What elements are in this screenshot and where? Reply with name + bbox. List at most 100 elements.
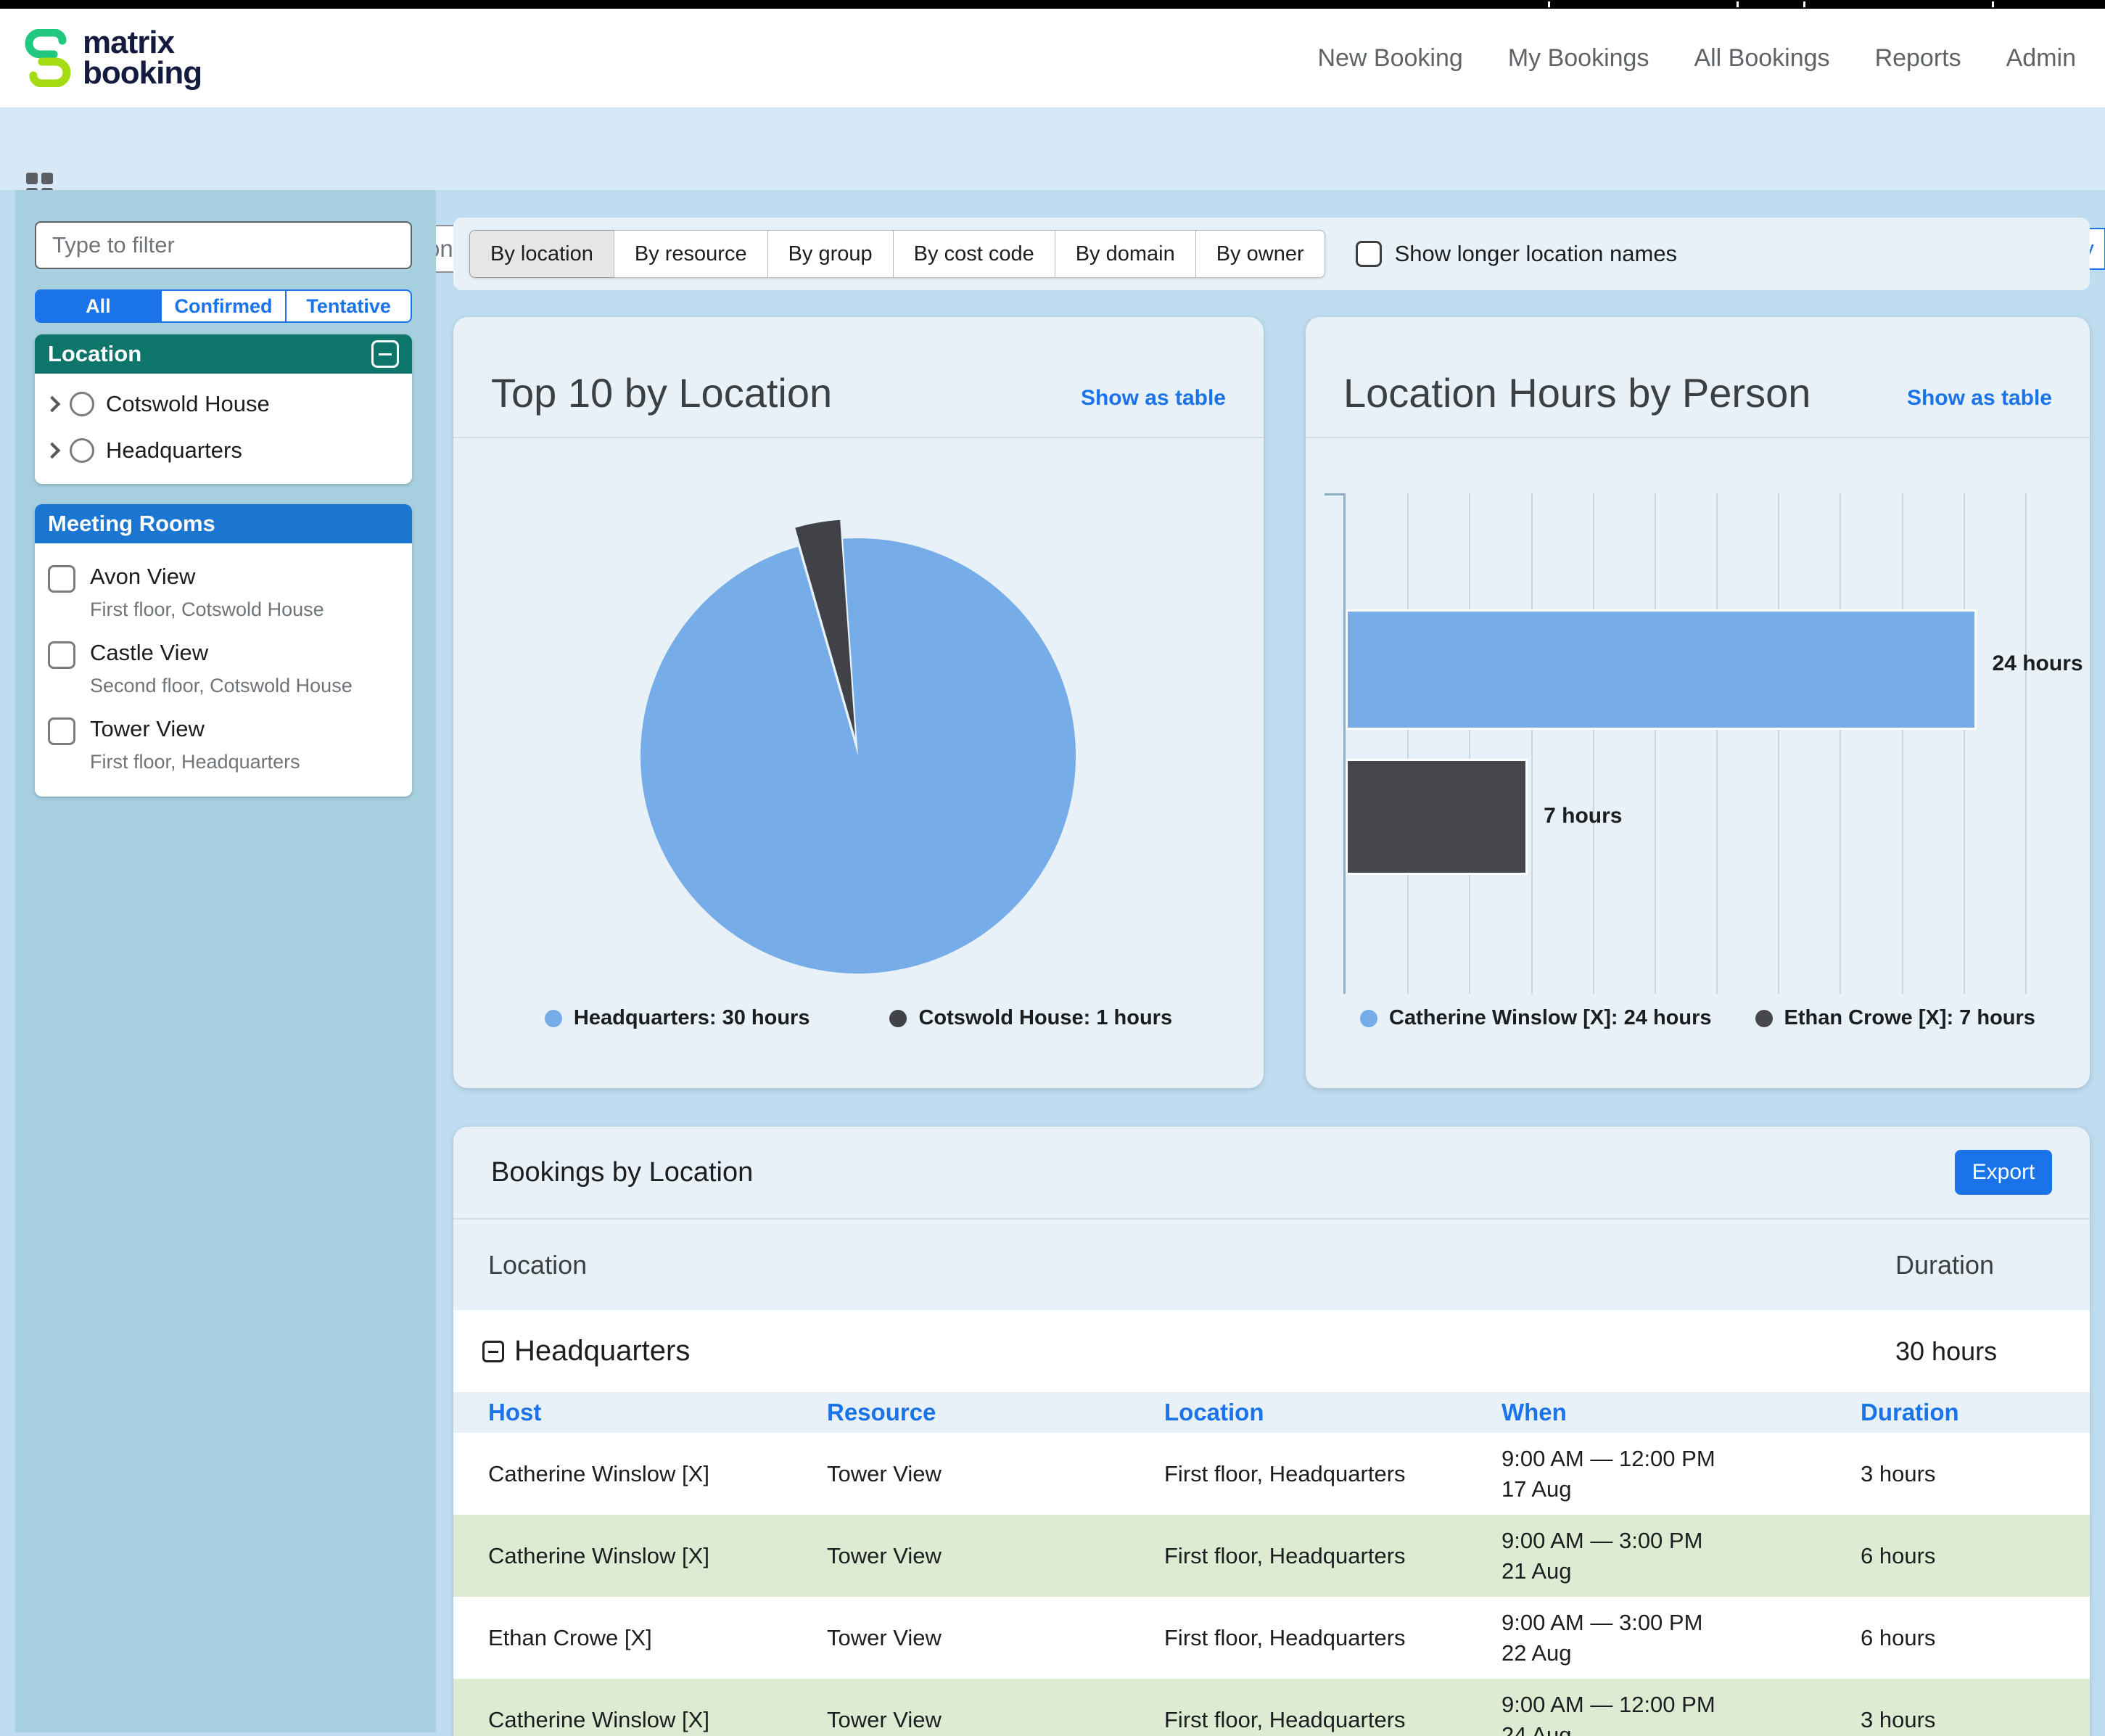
- longer-names-label: Show longer location names: [1395, 241, 1677, 267]
- browser-chrome-strip: [0, 0, 2105, 9]
- collapse-group-icon[interactable]: [482, 1341, 504, 1362]
- room-name[interactable]: Castle View: [90, 640, 353, 666]
- booking-row: Catherine Winslow [X] Tower View First f…: [453, 1679, 2090, 1736]
- status-tab-tentative[interactable]: Tentative: [285, 291, 411, 321]
- tab-by-group[interactable]: By group: [767, 230, 894, 278]
- status-tab-all[interactable]: All: [36, 291, 160, 321]
- logo-text: matrix booking: [83, 28, 202, 89]
- group-name: Headquarters: [514, 1335, 690, 1367]
- booking-row: Catherine Winslow [X] Tower View First f…: [453, 1433, 2090, 1515]
- rooms-panel-header: Meeting Rooms: [35, 504, 412, 543]
- location-radio[interactable]: [70, 438, 94, 463]
- tab-by-owner[interactable]: By owner: [1195, 230, 1325, 278]
- bar-card-title: Location Hours by Person: [1343, 369, 1811, 416]
- bookings-outer-header: Location Duration: [453, 1219, 2090, 1310]
- matrix-logo-icon: [25, 29, 71, 87]
- room-list-item: Tower View First floor, Headquarters: [35, 704, 412, 781]
- location-hours-card: Location Hours by Person Show as table 2…: [1306, 317, 2090, 1088]
- bar-show-as-table-link[interactable]: Show as table: [1907, 386, 2052, 416]
- bar-value-label: 7 hours: [1544, 804, 1622, 828]
- main-nav: New Booking My Bookings All Bookings Rep…: [1317, 44, 2076, 73]
- legend-dot: [1360, 1010, 1377, 1027]
- location-panel-title: Location: [48, 341, 141, 367]
- legend-item: Catherine Winslow [X]: 24 hours: [1360, 1006, 1711, 1030]
- expand-chevron-icon[interactable]: [44, 396, 61, 413]
- room-list-item: Castle View Second floor, Cotswold House: [35, 628, 412, 704]
- status-tabs: All Confirmed Tentative: [35, 289, 412, 323]
- tab-by-domain[interactable]: By domain: [1055, 230, 1196, 278]
- room-checkbox[interactable]: [48, 641, 75, 669]
- outer-duration-header: Duration: [1895, 1250, 1994, 1280]
- bookings-header: Bookings by Location Export: [453, 1127, 2090, 1219]
- group-duration: 30 hours: [1895, 1336, 1997, 1367]
- tab-by-resource[interactable]: By resource: [614, 230, 768, 278]
- meeting-rooms-panel: Meeting Rooms Avon View First floor, Cot…: [35, 504, 412, 797]
- room-location: Second floor, Cotswold House: [90, 675, 353, 697]
- top10-location-card: Top 10 by Location Show as table Headqua…: [453, 317, 1264, 1088]
- booking-row: Catherine Winslow [X] Tower View First f…: [453, 1515, 2090, 1597]
- hours-bar-chart: 24 hours 7 hours: [1343, 493, 2025, 994]
- pie-legend: Headquarters: 30 hours Cotswold House: 1…: [453, 1006, 1264, 1030]
- location-radio[interactable]: [70, 392, 94, 416]
- col-location[interactable]: Location: [1164, 1399, 1501, 1426]
- location-panel-header: Location: [35, 334, 412, 374]
- longer-names-checkbox[interactable]: [1356, 241, 1382, 267]
- location-pie-chart: [604, 502, 1112, 1010]
- pie-card-title: Top 10 by Location: [491, 369, 832, 416]
- col-duration[interactable]: Duration: [1861, 1399, 2055, 1426]
- location-item-label[interactable]: Cotswold House: [106, 391, 270, 417]
- room-name[interactable]: Avon View: [90, 564, 324, 590]
- export-button[interactable]: Export: [1955, 1150, 2052, 1195]
- collapse-panel-icon[interactable]: [371, 340, 399, 368]
- legend-item: Cotswold House: 1 hours: [889, 1006, 1172, 1030]
- nav-admin[interactable]: Admin: [2006, 44, 2076, 73]
- grouping-tabs-bar: By location By resource By group By cost…: [453, 218, 2090, 290]
- pie-show-as-table-link[interactable]: Show as table: [1081, 386, 1226, 416]
- nav-my-bookings[interactable]: My Bookings: [1508, 44, 1649, 73]
- rooms-panel-title: Meeting Rooms: [48, 511, 215, 537]
- location-tree-item: Cotswold House: [35, 381, 412, 427]
- matrix-booking-logo[interactable]: matrix booking: [25, 28, 202, 89]
- bookings-column-headers: Host Resource Location When Duration: [453, 1392, 2090, 1433]
- room-name[interactable]: Tower View: [90, 716, 300, 742]
- sidebar-filter-input[interactable]: [35, 221, 412, 269]
- location-group-row: Headquarters 30 hours: [453, 1310, 2090, 1392]
- col-host[interactable]: Host: [488, 1399, 827, 1426]
- room-checkbox[interactable]: [48, 717, 75, 745]
- location-tree-item: Headquarters: [35, 427, 412, 474]
- booking-row: Ethan Crowe [X] Tower View First floor, …: [453, 1597, 2090, 1679]
- col-resource[interactable]: Resource: [827, 1399, 1164, 1426]
- nav-all-bookings[interactable]: All Bookings: [1694, 44, 1829, 73]
- expand-chevron-icon[interactable]: [44, 443, 61, 459]
- app-header: matrix booking New Booking My Bookings A…: [0, 9, 2105, 107]
- bar-card-header: Location Hours by Person Show as table: [1306, 317, 2090, 438]
- bar-ethan-crowe: [1346, 759, 1528, 875]
- search-toolbar: Meeting Rooms 17/08/2023 – 31/12/9999 Se…: [0, 107, 2105, 190]
- bookings-title: Bookings by Location: [491, 1157, 753, 1188]
- col-when[interactable]: When: [1501, 1399, 1861, 1426]
- status-tab-confirmed[interactable]: Confirmed: [160, 291, 286, 321]
- location-item-label[interactable]: Headquarters: [106, 437, 242, 464]
- nav-new-booking[interactable]: New Booking: [1317, 44, 1462, 73]
- room-list-item: Avon View First floor, Cotswold House: [35, 552, 412, 628]
- bar-value-label: 24 hours: [1993, 651, 2083, 676]
- outer-location-header: Location: [488, 1250, 587, 1280]
- filter-sidebar: All Confirmed Tentative Location Cotswol…: [15, 190, 436, 1732]
- legend-dot: [889, 1010, 907, 1027]
- grouping-tabs: By location By resource By group By cost…: [469, 230, 1325, 278]
- bar-catherine-winslow: [1346, 609, 1977, 730]
- legend-item: Ethan Crowe [X]: 7 hours: [1755, 1006, 2035, 1030]
- bar-legend: Catherine Winslow [X]: 24 hours Ethan Cr…: [1306, 1006, 2090, 1030]
- legend-item: Headquarters: 30 hours: [545, 1006, 810, 1030]
- tab-by-location[interactable]: By location: [469, 230, 614, 278]
- room-location: First floor, Cotswold House: [90, 598, 324, 621]
- legend-dot: [545, 1010, 562, 1027]
- room-checkbox[interactable]: [48, 565, 75, 593]
- location-filter-panel: Location Cotswold House Headquarters: [35, 334, 412, 484]
- room-location: First floor, Headquarters: [90, 751, 300, 773]
- bookings-by-location-section: Bookings by Location Export Location Dur…: [453, 1127, 2090, 1736]
- nav-reports[interactable]: Reports: [1875, 44, 1961, 73]
- tab-by-cost-code[interactable]: By cost code: [893, 230, 1055, 278]
- pie-card-header: Top 10 by Location Show as table: [453, 317, 1264, 438]
- legend-dot: [1755, 1010, 1773, 1027]
